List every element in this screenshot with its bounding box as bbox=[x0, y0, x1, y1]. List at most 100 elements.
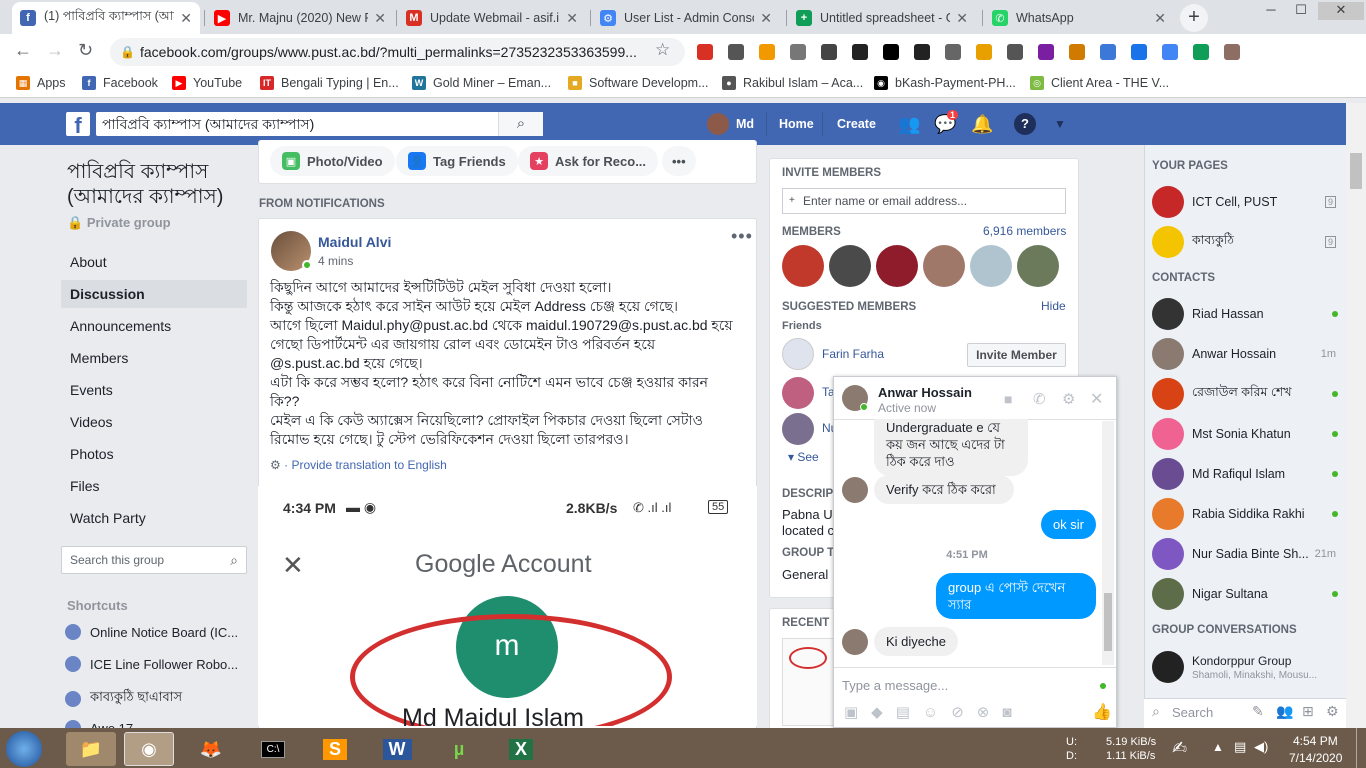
star-icon[interactable]: ☆ bbox=[655, 40, 670, 60]
bookmark-5[interactable]: W Gold Miner – Eman... bbox=[412, 76, 551, 90]
settings-icon[interactable]: ⚙ bbox=[1326, 703, 1339, 720]
chat-name[interactable]: Anwar Hossain bbox=[878, 385, 972, 400]
suggested-name[interactable]: Farin Farha bbox=[822, 347, 884, 361]
chat-scrollbar[interactable] bbox=[1102, 421, 1114, 665]
h-icon[interactable] bbox=[883, 44, 899, 60]
minimize-button[interactable]: ─ bbox=[1258, 2, 1284, 20]
page-item[interactable]: ICT Cell, PUST 9 bbox=[1152, 186, 1342, 218]
sidebar-search-input[interactable]: Search bbox=[1172, 705, 1213, 720]
profile-link[interactable]: Md bbox=[736, 117, 754, 131]
puzzle-icon[interactable] bbox=[1131, 44, 1147, 60]
contact-item[interactable]: Nur Sadia Binte Sh... 21m bbox=[1152, 538, 1342, 570]
tab-3[interactable]: M Update Webmail - asif.i ✕ bbox=[398, 2, 586, 34]
url-field[interactable]: 🔒 facebook.com/groups/www.pust.ac.bd/?mu… bbox=[110, 38, 685, 66]
page-item[interactable]: কাব্যকুঠি 9 bbox=[1152, 226, 1342, 258]
v-icon[interactable] bbox=[1007, 44, 1023, 60]
facebook-search-input[interactable]: পাবিপ্রবি ক্যাম্পাস (আমাদের ক্যাম্পাস) bbox=[96, 112, 543, 136]
hide-link[interactable]: Hide bbox=[1041, 299, 1066, 313]
account-menu-icon[interactable]: ▼ bbox=[1054, 117, 1066, 131]
ask-recommendations-button[interactable]: ★ Ask for Reco... bbox=[518, 146, 659, 176]
video-call-icon[interactable]: ■ bbox=[1004, 391, 1012, 407]
chrome-icon[interactable]: ◉ bbox=[124, 732, 174, 766]
group-avatar[interactable] bbox=[1152, 651, 1184, 683]
word-icon[interactable]: W bbox=[372, 732, 422, 766]
member-avatar[interactable] bbox=[829, 245, 871, 287]
bookmark-6[interactable]: ■ Software Developm... bbox=[568, 76, 709, 90]
tab-6[interactable]: ✆ WhatsApp ✕ bbox=[984, 2, 1174, 34]
close-icon[interactable]: ✕ bbox=[1090, 389, 1103, 409]
suggested-avatar[interactable] bbox=[782, 413, 814, 445]
clock-time[interactable]: 4:54 PM bbox=[1293, 734, 1338, 748]
utorrent-icon[interactable]: µ bbox=[434, 732, 484, 766]
forward-icon[interactable]: → bbox=[46, 40, 64, 61]
see-more-link[interactable]: ▾ See bbox=[788, 450, 819, 464]
firefox-icon[interactable]: 🦊 bbox=[186, 732, 236, 766]
sublime-icon[interactable]: S bbox=[310, 732, 360, 766]
tab-4[interactable]: ⚙ User List - Admin Conso ✕ bbox=[592, 2, 780, 34]
member-avatar[interactable] bbox=[970, 245, 1012, 287]
nav-files[interactable]: Files bbox=[61, 472, 247, 500]
bookmark-1[interactable]: ▦ Apps bbox=[16, 76, 66, 90]
close-icon[interactable]: ✕ bbox=[956, 10, 968, 27]
close-icon[interactable]: ✕ bbox=[374, 10, 386, 27]
post-image[interactable]: 4:34 PM ▬ ◉ 2.8KB/s ✆ .ıl .ıl 55 ✕ Googl… bbox=[258, 486, 757, 726]
tab-1[interactable]: f (1) পাবিপ্রবি ক্যাম্পাস (আমাদে ✕ bbox=[12, 2, 200, 34]
network-icon[interactable]: ▤ bbox=[1234, 739, 1246, 755]
home-link[interactable]: Home bbox=[779, 117, 814, 131]
nav-videos[interactable]: Videos bbox=[61, 408, 247, 436]
grammarly-icon[interactable] bbox=[1193, 44, 1209, 60]
member-avatar[interactable] bbox=[1017, 245, 1059, 287]
contact-item[interactable]: Nigar Sultana bbox=[1152, 578, 1342, 610]
bookmark-9[interactable]: ◎ Client Area - THE V... bbox=[1030, 76, 1169, 90]
more-options-button[interactable]: ••• bbox=[662, 146, 696, 176]
clock-date[interactable]: 7/14/2020 bbox=[1289, 751, 1342, 765]
contact-item[interactable]: Riad Hassan bbox=[1152, 298, 1342, 330]
bookmark-7[interactable]: ● Rakibul Islam – Aca... bbox=[722, 76, 863, 90]
group-conversation-name[interactable]: Kondorppur Group bbox=[1192, 654, 1291, 668]
profile-avatar-icon[interactable] bbox=[1224, 44, 1240, 60]
chip-icon[interactable] bbox=[821, 44, 837, 60]
help-icon[interactable]: ? bbox=[1014, 113, 1036, 135]
file-explorer-icon[interactable]: 📁 bbox=[66, 732, 116, 766]
print-icon[interactable] bbox=[1100, 44, 1116, 60]
volume-icon[interactable]: ◀) bbox=[1254, 739, 1268, 755]
suggested-avatar[interactable] bbox=[782, 377, 814, 409]
like-icon[interactable]: 👍 bbox=[1092, 702, 1112, 722]
back-icon[interactable]: ← bbox=[14, 40, 32, 61]
pen-tray-icon[interactable]: ✍ bbox=[1172, 738, 1187, 759]
member-avatar[interactable] bbox=[782, 245, 824, 287]
user-avatar[interactable] bbox=[707, 113, 729, 135]
link-icon[interactable] bbox=[790, 44, 806, 60]
pin-icon[interactable] bbox=[1069, 44, 1085, 60]
new-tab-button[interactable]: + bbox=[1180, 4, 1208, 32]
bookmark-3[interactable]: ▶ YouTube bbox=[172, 76, 242, 90]
contact-item[interactable]: Md Rafiqul Islam bbox=[1152, 458, 1342, 490]
suggested-avatar[interactable] bbox=[782, 338, 814, 370]
reload-icon[interactable]: ↻ bbox=[78, 40, 93, 61]
folder-icon[interactable] bbox=[1162, 44, 1178, 60]
nav-events[interactable]: Events bbox=[61, 376, 247, 404]
translate-link[interactable]: ⚙ · Provide translation to English bbox=[270, 458, 447, 472]
scroll-thumb[interactable] bbox=[1104, 593, 1112, 651]
nav-announcements[interactable]: Announcements bbox=[61, 312, 247, 340]
notifications-icon[interactable]: 🔔 bbox=[971, 114, 993, 135]
excel-icon[interactable]: X bbox=[496, 732, 546, 766]
contact-item[interactable]: Mst Sonia Khatun bbox=[1152, 418, 1342, 450]
close-icon[interactable]: ✕ bbox=[566, 10, 578, 27]
tab-5[interactable]: + Untitled spreadsheet - G ✕ bbox=[788, 2, 976, 34]
tool-icon[interactable] bbox=[914, 44, 930, 60]
bookmark-8[interactable]: ◉ bKash-Payment-PH... bbox=[874, 76, 1016, 90]
search-icon[interactable]: ⌕ bbox=[498, 112, 543, 136]
close-window-button[interactable]: ✕ bbox=[1318, 2, 1364, 20]
bookmark-4[interactable]: IT Bengali Typing | En... bbox=[260, 76, 399, 90]
show-desktop-button[interactable] bbox=[1356, 728, 1366, 768]
tag-friends-button[interactable]: 👤 Tag Friends bbox=[396, 146, 518, 176]
contact-item[interactable]: রেজাউল করিম শেখ bbox=[1152, 378, 1342, 410]
post-time[interactable]: 4 mins bbox=[318, 254, 353, 268]
message-input[interactable]: Type a message... bbox=[842, 678, 948, 693]
nav-about[interactable]: About bbox=[61, 248, 247, 276]
group-search-input[interactable]: Search this group ⌕ bbox=[61, 546, 247, 574]
page-scrollbar[interactable] bbox=[1346, 103, 1366, 728]
nav-watch-party[interactable]: Watch Party bbox=[61, 504, 247, 532]
facebook-logo-icon[interactable]: f bbox=[66, 112, 90, 138]
